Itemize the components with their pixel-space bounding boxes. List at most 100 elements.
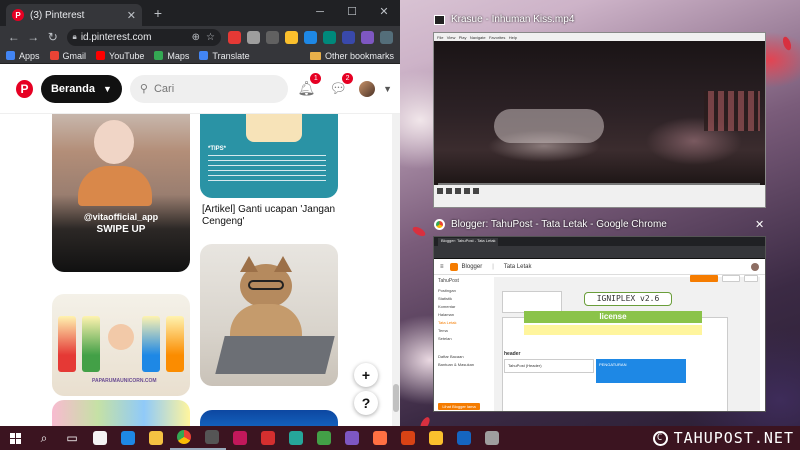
scrollbar-thumb[interactable] xyxy=(393,384,399,412)
bookmark-apps[interactable]: Apps xyxy=(6,51,40,61)
task-view-icon[interactable]: ▭ xyxy=(58,426,86,450)
settings-widget[interactable]: PENGATURAN xyxy=(596,359,686,383)
add-icon[interactable]: ⊕ xyxy=(192,32,200,43)
blogger-tab[interactable]: Blogger: TahuPost - Tata Letak xyxy=(438,238,498,246)
notifications-bell-icon[interactable]: 🔔︎ 1 xyxy=(298,73,322,97)
home-button[interactable]: Beranda ▼ xyxy=(40,74,122,103)
maximize-icon[interactable]: ☐ xyxy=(336,0,368,26)
header-widget[interactable]: TahuPost (Header) xyxy=(504,359,594,373)
bookmark-label: YouTube xyxy=(109,50,145,61)
close-window-icon[interactable]: ✕ xyxy=(368,0,400,26)
blogger-sidebar-item[interactable]: Halaman xyxy=(438,312,482,320)
page-scrollbar[interactable] xyxy=(392,114,400,426)
user-avatar[interactable] xyxy=(751,262,759,271)
blogger-sidebar-item[interactable]: Bantuan & Masukan xyxy=(438,362,482,370)
forward-icon[interactable]: → xyxy=(24,30,44,44)
blogger-sidebar-item[interactable]: Statistik xyxy=(438,296,482,304)
article-caption[interactable]: [Artikel] Ganti ucapan 'Jangan Cengeng' xyxy=(202,204,342,228)
reload-icon[interactable]: ↻ xyxy=(43,30,63,44)
chrome-icon-shape xyxy=(177,430,191,444)
explorer-icon[interactable] xyxy=(142,426,170,450)
bookmark-gmail[interactable]: Gmail xyxy=(49,51,86,61)
blogger-sidebar-item[interactable]: Tema xyxy=(438,328,482,336)
start-button[interactable] xyxy=(0,426,30,450)
prev-icon[interactable] xyxy=(464,188,470,194)
account-chevron-icon[interactable]: ▼ xyxy=(383,84,392,94)
search-input[interactable]: ⚲ Cari xyxy=(129,74,288,103)
paint-icon[interactable] xyxy=(422,426,450,450)
blog-name[interactable]: TahuPost xyxy=(438,278,482,288)
kid-face xyxy=(108,324,134,350)
preview-button[interactable] xyxy=(722,275,740,282)
store-icon[interactable] xyxy=(86,426,114,450)
close-tab-icon[interactable]: ✕ xyxy=(127,9,136,22)
clapperboard-icon xyxy=(434,14,445,25)
blogger-sidebar-item[interactable]: Daftar Bacaan xyxy=(438,354,482,362)
bookmark-youtube[interactable]: YouTube xyxy=(96,51,144,61)
extension-icon[interactable] xyxy=(266,30,279,44)
orange-app-icon[interactable] xyxy=(366,426,394,450)
media-player-window[interactable]: File View Play Navigate Favorites Help xyxy=(433,32,766,208)
save-arrangement-button[interactable] xyxy=(690,275,718,282)
pin-space[interactable] xyxy=(200,410,338,426)
blogger-sidebar-item[interactable]: Komentar xyxy=(438,304,482,312)
word-icon[interactable] xyxy=(450,426,478,450)
extension-icon[interactable] xyxy=(228,30,241,44)
help-button[interactable]: ? xyxy=(354,391,378,415)
extension-icon[interactable] xyxy=(304,30,317,44)
add-button[interactable]: + xyxy=(354,363,378,387)
view-blog-button[interactable]: Lihat Blogger lama xyxy=(438,403,480,410)
pin-article-tips[interactable]: *TIPS* xyxy=(200,114,338,198)
minimize-icon[interactable]: ─ xyxy=(304,0,336,26)
chrome-icon[interactable] xyxy=(170,426,198,450)
tab-pinterest[interactable]: P (3) Pinterest ✕ xyxy=(6,4,142,26)
bookmark-maps[interactable]: Maps xyxy=(154,51,189,61)
new-tab-button[interactable]: + xyxy=(150,6,166,22)
bookmarks-bar: Apps Gmail YouTube Maps Translate Other book… xyxy=(0,48,400,64)
favicon-widget[interactable] xyxy=(502,291,562,313)
pause-icon[interactable] xyxy=(446,188,452,194)
extension-icon[interactable] xyxy=(361,30,374,44)
close-thumbnail-icon[interactable]: ✕ xyxy=(755,218,764,231)
extension-icon[interactable] xyxy=(247,30,260,44)
pin-flowers[interactable] xyxy=(52,400,190,426)
address-bar[interactable]: 🔒︎ id.pinterest.com ⊕ ☆ xyxy=(66,28,221,46)
pin-girl-video[interactable]: @vitaofficial_app SWIPE UP xyxy=(52,114,190,272)
settings-icon[interactable] xyxy=(478,426,506,450)
media-player-icon[interactable] xyxy=(198,426,226,450)
avatar[interactable] xyxy=(359,80,376,97)
play-icon[interactable] xyxy=(437,188,443,194)
pin-cat-laptop[interactable] xyxy=(200,244,338,386)
capcut-icon[interactable] xyxy=(254,426,282,450)
blogger-sidebar-item[interactable]: Tata Letak xyxy=(438,320,482,328)
license-widget[interactable] xyxy=(524,325,702,335)
extension-icon[interactable] xyxy=(323,30,336,44)
blogger-window[interactable]: Blogger: TahuPost - Tata Letak ≡ Blogger… xyxy=(433,236,766,412)
anime-app-icon[interactable] xyxy=(226,426,254,450)
edge-icon[interactable] xyxy=(114,426,142,450)
next-icon[interactable] xyxy=(473,188,479,194)
blogger-sidebar-item[interactable]: Postingan xyxy=(438,288,482,296)
bookmark-translate[interactable]: Translate xyxy=(199,51,250,61)
extension-icon[interactable] xyxy=(342,30,355,44)
extension-icon[interactable] xyxy=(285,30,298,44)
search-icon[interactable]: ⌕ xyxy=(30,426,58,450)
media-player-icon-shape xyxy=(205,430,219,444)
video-editor-icon[interactable] xyxy=(282,426,310,450)
back-icon[interactable]: ← xyxy=(4,30,24,44)
folder-icon xyxy=(309,51,321,60)
blogger-sidebar-item[interactable]: Setelan xyxy=(438,336,482,344)
extension-icon[interactable] xyxy=(380,30,393,44)
video-frame[interactable] xyxy=(434,41,765,187)
pinterest-logo-icon[interactable]: P xyxy=(16,79,33,98)
star-icon[interactable]: ☆ xyxy=(206,32,215,43)
revert-button[interactable] xyxy=(744,275,758,282)
powerpoint-icon[interactable] xyxy=(394,426,422,450)
pin-kids-experiment[interactable]: PAPARUMAUNICORN.COM xyxy=(52,294,190,396)
stop-icon[interactable] xyxy=(455,188,461,194)
ai-app-icon[interactable] xyxy=(338,426,366,450)
other-bookmarks[interactable]: Other bookmarks xyxy=(309,51,394,61)
menu-icon[interactable]: ≡ xyxy=(440,264,444,270)
sheets-icon[interactable] xyxy=(310,426,338,450)
messages-icon[interactable]: 💬︎ 2 xyxy=(329,73,354,97)
